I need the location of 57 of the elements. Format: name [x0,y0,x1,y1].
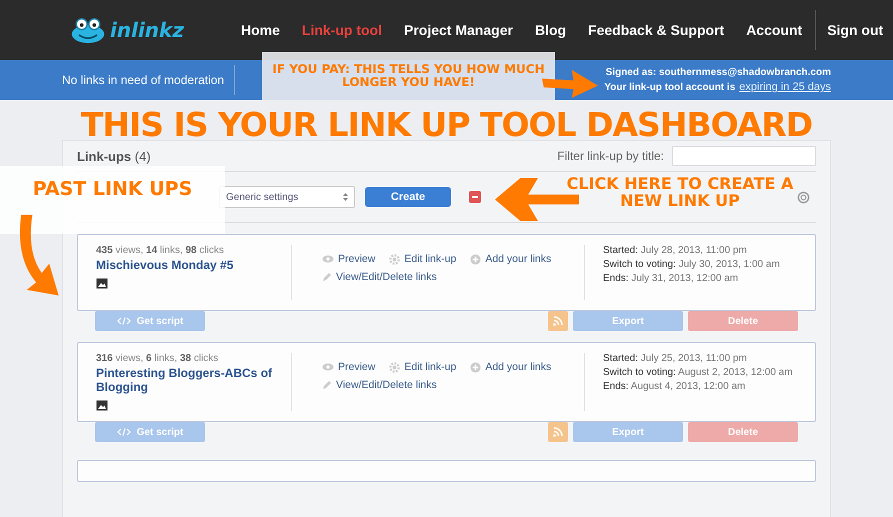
annotation-text: IF YOU PAY: THIS TELLS YOU HOW MUCH LONGER YOU HAVE! [262,52,555,100]
nav-link[interactable]: Feedback & Support [577,22,736,38]
eye-icon [322,363,334,371]
rss-icon[interactable] [548,311,568,331]
stats-text: 316 views, 6 links, 38 clicks [96,353,220,364]
action-link[interactable]: Add your links [485,361,552,373]
nav-link[interactable]: Project Manager [393,22,524,38]
nav-link[interactable]: Link-up tool [290,22,393,38]
action-link[interactable]: Preview [338,361,376,373]
annotation-text: PAST LINK UPS [0,166,225,234]
eye-icon [322,255,334,263]
nav-link[interactable]: Sign out [815,10,884,50]
date-text: Started: July 25, 2013, 11:00 pm [603,353,748,364]
annotation-text: CLICK HERE TO CREATE A NEW LINK UP [566,176,794,210]
rss-icon[interactable] [548,422,568,442]
date-text: Switch to voting: July 30, 2013, 1:00 am [603,259,780,270]
create-button[interactable]: Create [365,187,451,207]
nav-link[interactable]: Home [230,22,291,38]
date-text: Switch to voting: August 2, 2013, 12:00 am [603,367,793,378]
filter-input-field[interactable] [672,146,816,166]
action-link[interactable]: View/Edit/Delete links [336,271,437,283]
pencil-icon [322,380,332,390]
date-text: Ends: August 4, 2013, 12:00 am [603,381,746,392]
action-link[interactable]: Edit link-up [404,253,456,265]
logo-text[interactable]: inlinkz [110,18,184,42]
image-icon[interactable] [96,400,108,411]
action-link[interactable]: Edit link-up [404,361,456,373]
code-icon [116,428,131,436]
linkup-title-link[interactable]: Pinteresting Bloggers-ABCs of Blogging [96,366,291,394]
plus-circle-icon [470,362,482,372]
collapse-icon[interactable] [469,191,481,203]
action-link[interactable]: Preview [338,253,376,265]
up-down-caret-icon [343,193,348,201]
filter-label: Filter link-up by title: [557,149,664,163]
expiry-text: Your link-up tool account is [604,82,736,93]
lifebuoy-icon[interactable] [797,190,810,204]
moderation-text: No links in need of moderation [62,65,236,95]
nav-link[interactable]: Account [735,22,814,38]
gear-icon [389,254,400,264]
linkups-heading: Link-ups (4) [77,148,151,164]
image-icon[interactable] [96,278,108,289]
date-text: Ends: July 31, 2013, 12:00 am [603,273,740,284]
action-link[interactable]: View/Edit/Delete links [336,379,437,391]
pencil-icon [322,272,332,282]
stats-text: 435 views, 14 links, 98 clicks [96,245,225,256]
frog-logo-icon [70,16,106,44]
expiry-link[interactable]: expiring in 25 days [739,81,831,93]
gear-icon [389,362,400,372]
code-icon [116,317,131,325]
annotation-text: THIS IS YOUR LINK UP TOOL DASHBOARD [80,108,814,143]
action-link[interactable]: Add your links [485,253,552,265]
nav-link[interactable]: Blog [524,22,578,38]
date-text: Started: July 28, 2013, 11:00 pm [603,245,748,256]
signed-as-text: Signed as: southernmess@shadowbranch.com [606,67,831,78]
plus-circle-icon [470,254,482,264]
arrow-right-drawing [542,68,598,98]
linkup-title-link[interactable]: Mischievous Monday #5 [96,258,291,272]
